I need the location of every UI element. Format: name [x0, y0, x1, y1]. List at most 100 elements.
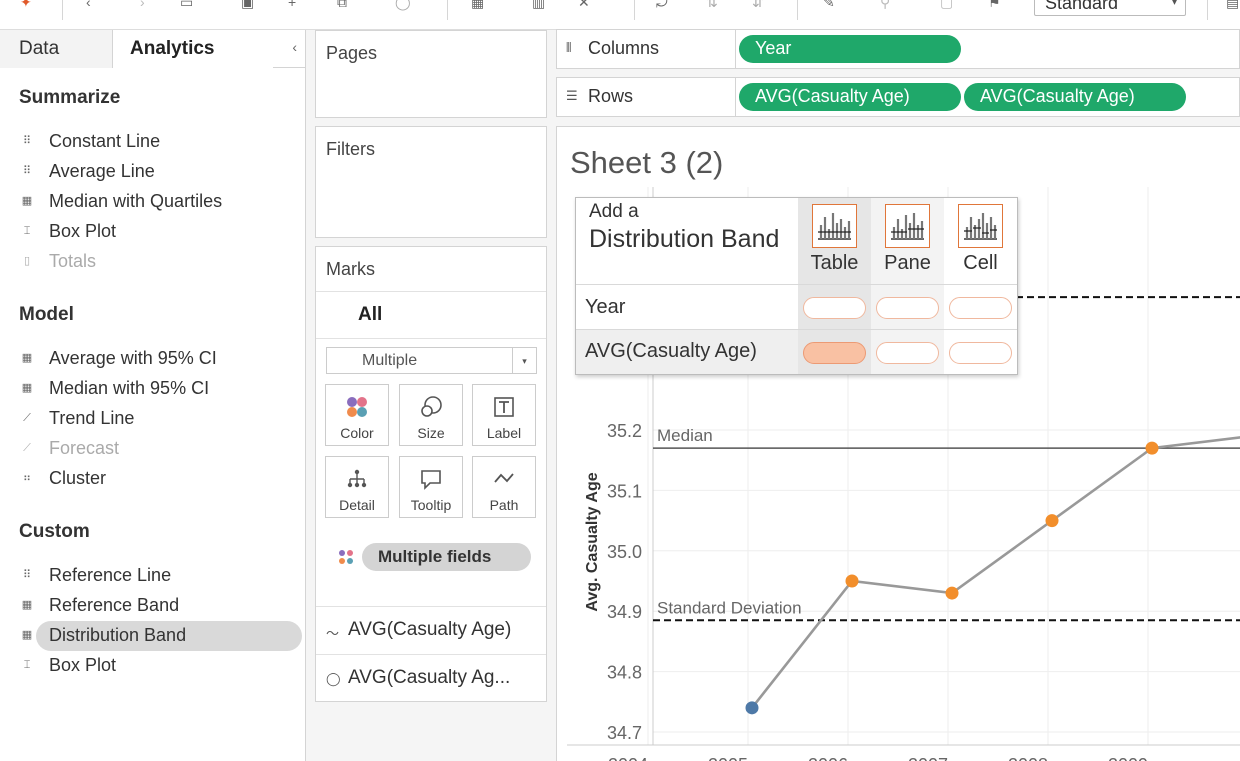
tooltip-button[interactable]: Tooltip — [399, 456, 463, 518]
labels-icon[interactable]: ▢ — [940, 0, 953, 11]
item-trend-line[interactable]: ⟋ Trend Line — [23, 404, 302, 434]
pause-updates-icon[interactable]: ◯ — [395, 0, 411, 11]
undo-icon[interactable]: ‹ — [86, 0, 91, 10]
collapse-pane-icon[interactable]: ‹ — [292, 39, 297, 55]
tableau-logo-icon: ✦ — [20, 0, 32, 10]
average-ci-icon: ▦ — [21, 352, 33, 364]
measure-row-line[interactable]: 〜 AVG(Casualty Age) — [316, 606, 546, 654]
x-tick-label: 2004 — [608, 755, 648, 761]
item-average-ci[interactable]: ▦ Average with 95% CI — [22, 344, 302, 374]
x-tick-label: 2009 — [1108, 755, 1148, 761]
columns-shelf[interactable]: ⫴ Columns Year — [556, 29, 1240, 69]
popup-row-year: Year — [585, 296, 626, 318]
circle-mark-icon: ◯ — [326, 671, 341, 686]
new-datasource-icon[interactable]: ▣ — [241, 0, 254, 11]
measure-label: AVG(Casualty Age) — [348, 619, 512, 640]
swap-icon[interactable]: ⤾ — [656, 0, 668, 11]
scope-label: Table — [810, 252, 859, 274]
item-distribution-band[interactable]: ▦ Distribution Band — [22, 621, 302, 651]
x-tick-label: 2008 — [1008, 755, 1048, 761]
item-label: Totals — [49, 251, 97, 271]
item-box-plot-custom[interactable]: ⌶ Box Plot — [24, 651, 302, 681]
color-button[interactable]: Color — [325, 384, 389, 446]
marks-card: Marks All Multiple ▾ Color Size Label De… — [315, 246, 547, 702]
box-plot-icon: ⌶ — [23, 659, 31, 671]
item-reference-band[interactable]: ▦ Reference Band — [22, 591, 302, 621]
show-me-icon[interactable]: ▤ — [1226, 0, 1239, 11]
toolbar: ✦ ‹ › ▭ ▣ + ⧉ ◯ ▦ ▥ ✕ ⤾ ⇅ ⇵ ✎ ⚲ ▢ ⚑ Stan… — [0, 0, 1240, 30]
pages-card[interactable]: Pages — [315, 30, 547, 118]
item-label: Average Line — [49, 161, 155, 181]
redo-icon[interactable]: › — [140, 0, 145, 10]
item-average-line[interactable]: ⠿ Average Line — [23, 157, 302, 187]
marks-all-tab[interactable]: All — [316, 291, 546, 339]
item-median-ci[interactable]: ▦ Median with 95% CI — [22, 374, 302, 404]
sort-desc-icon[interactable]: ⇵ — [752, 0, 764, 11]
mark-type-select[interactable]: Multiple ▾ — [326, 347, 537, 374]
scope-pane[interactable]: Pane — [871, 198, 944, 284]
item-label: Box Plot — [49, 655, 117, 675]
highlight-icon[interactable]: ✎ — [823, 0, 835, 11]
year-pill[interactable]: Year — [739, 35, 961, 63]
label-button[interactable]: Label — [472, 384, 536, 446]
reference-line-label: Standard Deviation — [657, 598, 802, 617]
average-line-icon: ⠿ — [22, 165, 32, 177]
filters-card[interactable]: Filters — [315, 126, 547, 238]
multiple-fields-pill[interactable]: Multiple fields — [362, 543, 531, 571]
duplicate-icon[interactable]: ⧉ — [337, 0, 347, 11]
forecast-icon: ⟋ — [23, 442, 31, 454]
item-median-quartiles[interactable]: ▦ Median with Quartiles — [22, 187, 302, 217]
tab-data[interactable]: Data — [0, 30, 113, 68]
sort-asc-icon[interactable]: ⇅ — [706, 0, 718, 11]
reference-line-label: Median — [657, 426, 713, 445]
item-box-plot[interactable]: ⌶ Box Plot — [24, 217, 302, 247]
slot-avg-cell[interactable] — [949, 342, 1012, 364]
size-button[interactable]: Size — [399, 384, 463, 446]
slot-year-cell[interactable] — [949, 297, 1012, 319]
save-icon[interactable]: ▭ — [180, 0, 193, 11]
item-reference-line[interactable]: ⠿ Reference Line — [23, 561, 302, 591]
item-forecast: ⟋ Forecast — [23, 434, 302, 464]
slot-avg-table[interactable] — [803, 342, 866, 364]
item-cluster[interactable]: ⠶ Cluster — [23, 464, 302, 494]
slot-year-table[interactable] — [803, 297, 866, 319]
color-icon — [326, 395, 388, 419]
popup-row-avg-casualty-age: AVG(Casualty Age) — [585, 340, 757, 362]
pin-icon[interactable]: ⚑ — [988, 0, 1001, 11]
scope-cell[interactable]: Cell — [944, 198, 1017, 284]
y-tick-label: 35.0 — [607, 542, 642, 562]
measure-row-circle[interactable]: ◯ AVG(Casualty Ag... — [316, 654, 546, 702]
data-point — [1045, 514, 1059, 528]
tooltip-label: Tooltip — [410, 497, 452, 513]
popup-title-line1: Add a — [589, 201, 639, 222]
tooltip-icon — [400, 467, 462, 491]
tab-analytics[interactable]: Analytics — [113, 30, 273, 68]
y-axis-title: Avg. Casualty Age — [584, 472, 601, 611]
clear-sheet-icon[interactable]: ▥ — [532, 0, 545, 11]
clear-icon[interactable]: ✕ — [578, 0, 590, 11]
item-label: Reference Line — [49, 565, 172, 585]
add-sheet-icon[interactable]: ▦ — [471, 0, 484, 11]
new-worksheet-icon[interactable]: + — [288, 0, 296, 10]
add-distribution-band-popup: Add a Distribution Band Table Pane Cell … — [575, 197, 1018, 375]
section-title-model: Model — [19, 304, 74, 325]
detail-button[interactable]: Detail — [325, 456, 389, 518]
slot-avg-pane[interactable] — [876, 342, 939, 364]
rows-shelf[interactable]: ☰ Rows AVG(Casualty Age) AVG(Casualty Ag… — [556, 77, 1240, 117]
y-tick-label: 34.7 — [607, 723, 642, 743]
distribution-cell-icon — [958, 204, 1003, 248]
slot-year-pane[interactable] — [876, 297, 939, 319]
item-constant-line[interactable]: ⠿ Constant Line — [23, 127, 302, 157]
view-size-select[interactable]: Standard ▾ — [1034, 0, 1186, 16]
avg-casualty-age-pill[interactable]: AVG(Casualty Age) — [964, 83, 1186, 111]
y-tick-label: 35.2 — [607, 421, 642, 441]
avg-casualty-age-pill[interactable]: AVG(Casualty Age) — [739, 83, 961, 111]
popup-title-line2: Distribution Band — [589, 225, 780, 253]
item-label: Median with 95% CI — [49, 378, 210, 398]
scope-table[interactable]: Table — [798, 198, 871, 284]
path-icon — [473, 467, 535, 491]
path-button[interactable]: Path — [472, 456, 536, 518]
group-icon[interactable]: ⚲ — [880, 0, 890, 11]
series-line — [750, 436, 1240, 709]
x-tick-label: 2005 — [708, 755, 748, 761]
